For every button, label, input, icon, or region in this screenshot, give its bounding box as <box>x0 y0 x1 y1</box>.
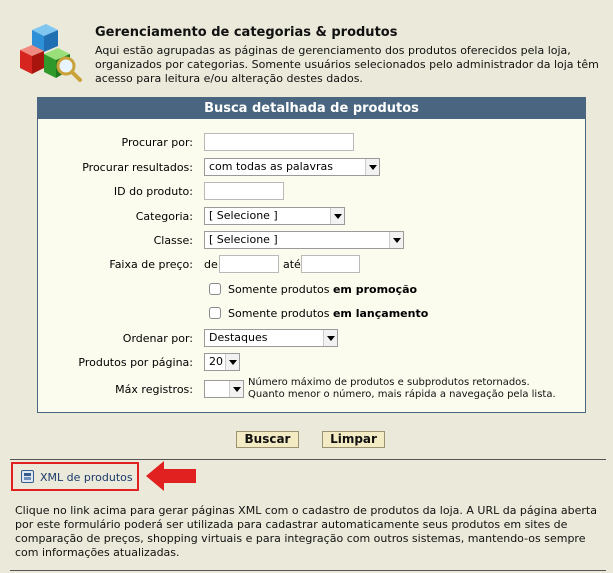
row-ordenar-por: Ordenar por: Destaques <box>38 329 585 349</box>
classe-select[interactable]: [ Selecione ] <box>204 231 404 249</box>
xml-produtos-link[interactable]: XML de produtos <box>40 471 133 484</box>
max-registros-hint-1: Número máximo de produtos e subprodutos … <box>248 377 530 388</box>
row-lancamento: Somente produtos em lançamento <box>38 304 585 324</box>
procurar-por-label: Procurar por: <box>121 136 194 149</box>
procurar-por-input[interactable] <box>204 133 354 151</box>
categoria-select[interactable]: [ Selecione ] <box>204 207 345 225</box>
procurar-resultados-label: Procurar resultados: <box>82 161 193 174</box>
row-categoria: Categoria: [ Selecione ] <box>38 207 585 227</box>
produtos-por-pagina-select[interactable]: 20 <box>204 353 240 371</box>
produtos-por-pagina-value: 20 <box>209 355 223 368</box>
xml-document-icon <box>21 470 34 483</box>
ordenar-por-label: Ordenar por: <box>122 332 193 345</box>
max-registros-hint-2: Quanto menor o número, mais rápida a nav… <box>248 389 556 400</box>
promocao-checkbox[interactable] <box>209 283 221 295</box>
chevron-down-icon <box>389 232 403 248</box>
chevron-down-icon <box>330 208 344 224</box>
classe-value: [ Selecione ] <box>209 233 278 246</box>
buscar-button[interactable]: Buscar <box>236 431 299 448</box>
procurar-resultados-select[interactable]: com todas as palavras <box>204 158 380 176</box>
row-faixa-preco: Faixa de preço: de até <box>38 255 585 275</box>
chevron-down-icon <box>225 354 239 370</box>
produtos-por-pagina-label: Produtos por página: <box>78 356 193 369</box>
row-max-registros: Máx registros: Número máximo de produtos… <box>38 377 585 400</box>
row-classe: Classe: [ Selecione ] <box>38 231 585 251</box>
faixa-preco-label: Faixa de preço: <box>109 258 193 271</box>
footer-description: Clique no link acima para gerar páginas … <box>15 504 597 559</box>
red-arrow-icon <box>146 461 196 491</box>
classe-label: Classe: <box>153 234 193 247</box>
page-title: Gerenciamento de categorias & produtos <box>95 25 398 40</box>
search-panel-title: Busca detalhada de produtos <box>38 98 585 119</box>
chevron-down-icon <box>365 159 379 175</box>
preco-min-input[interactable] <box>219 255 279 273</box>
chevron-down-icon <box>323 330 337 346</box>
row-produtos-por-pagina: Produtos por página: 20 <box>38 353 585 373</box>
faixa-preco-de-label: de <box>204 258 218 271</box>
divider <box>10 459 606 460</box>
max-registros-label: Máx registros: <box>115 383 193 396</box>
max-registros-select[interactable] <box>204 380 244 398</box>
categoria-value: [ Selecione ] <box>209 209 278 222</box>
lancamento-label: Somente produtos em lançamento <box>228 307 429 320</box>
search-panel: Busca detalhada de produtos Procurar por… <box>37 97 586 413</box>
page-description: Aqui estão agrupadas as páginas de geren… <box>95 44 599 85</box>
ordenar-por-select[interactable]: Destaques <box>204 329 338 347</box>
divider-bottom <box>10 570 606 571</box>
row-id-produto: ID do produto: <box>38 182 585 202</box>
promocao-label: Somente produtos em promoção <box>228 283 418 296</box>
preco-max-input[interactable] <box>301 255 360 273</box>
categories-search-icon <box>20 24 82 82</box>
lancamento-checkbox[interactable] <box>209 307 221 319</box>
faixa-preco-ate-label: até <box>283 258 301 271</box>
row-procurar-por: Procurar por: <box>38 133 585 153</box>
limpar-button[interactable]: Limpar <box>322 431 385 448</box>
row-procurar-resultados: Procurar resultados: com todas as palavr… <box>38 158 585 178</box>
id-produto-input[interactable] <box>204 182 284 200</box>
row-promocao: Somente produtos em promoção <box>38 280 585 300</box>
chevron-down-icon <box>229 381 243 397</box>
ordenar-por-value: Destaques <box>209 331 268 344</box>
id-produto-label: ID do produto: <box>113 185 193 198</box>
procurar-resultados-value: com todas as palavras <box>209 160 333 173</box>
categoria-label: Categoria: <box>135 210 193 223</box>
